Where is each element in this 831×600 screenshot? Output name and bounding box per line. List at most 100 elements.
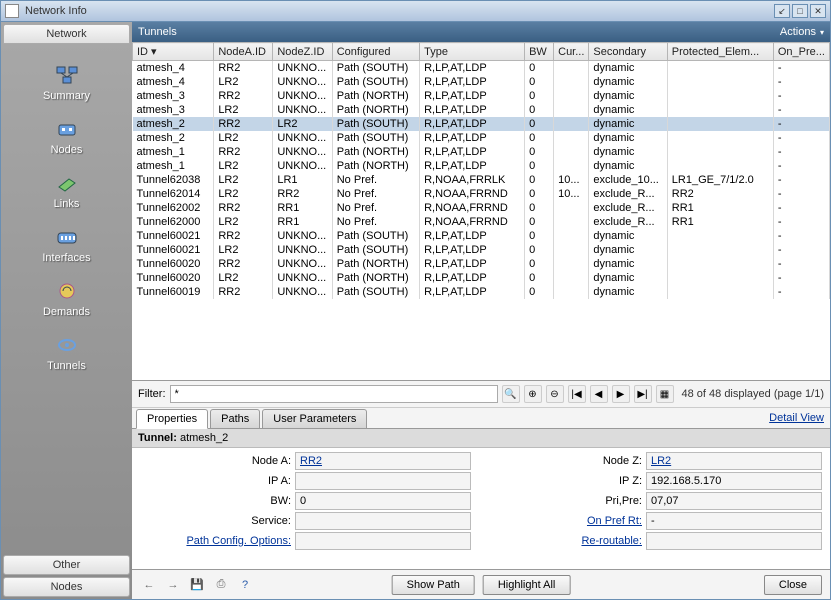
column-header[interactable]: Secondary	[589, 43, 667, 61]
table-row[interactable]: atmesh_1RR2UNKNO...Path (NORTH)R,LP,AT,L…	[133, 145, 830, 159]
nodes-icon	[55, 118, 79, 140]
detail-title: Tunnel: atmesh_2	[132, 429, 830, 448]
property-row: BW:0	[140, 492, 471, 510]
property-label: IP Z:	[491, 475, 646, 487]
interfaces-icon	[55, 226, 79, 248]
page-last-icon[interactable]: ▶|	[634, 385, 652, 403]
property-value	[295, 512, 471, 530]
search-icon[interactable]: 🔍	[502, 385, 520, 403]
print-icon[interactable]: ⎙	[212, 576, 230, 594]
property-value: 192.168.5.170	[646, 472, 822, 490]
column-header[interactable]: Cur...	[554, 43, 589, 61]
help-icon[interactable]: ?	[236, 576, 254, 594]
zoom-in-icon[interactable]: ⊕	[524, 385, 542, 403]
tab-paths[interactable]: Paths	[210, 409, 260, 428]
sidebar-item-interfaces[interactable]: Interfaces	[1, 218, 132, 272]
property-label[interactable]: On Pref Rt:	[491, 515, 646, 527]
tab-properties[interactable]: Properties	[136, 409, 208, 429]
sidebar-item-label: Interfaces	[42, 252, 90, 264]
table-row[interactable]: Tunnel62014LR2RR2No Pref.R,NOAA,FRRND010…	[133, 187, 830, 201]
property-value	[295, 532, 471, 550]
sidebar-item-label: Links	[54, 198, 80, 210]
column-header[interactable]: BW	[525, 43, 554, 61]
sidebar-tab-nodes[interactable]: Nodes	[3, 577, 130, 597]
sidebar-item-tunnels[interactable]: Tunnels	[1, 326, 132, 380]
property-label: Node A:	[140, 455, 295, 467]
property-value: 07,07	[646, 492, 822, 510]
maximize-icon[interactable]: □	[792, 4, 808, 18]
property-value: 0	[295, 492, 471, 510]
zoom-out-icon[interactable]: ⊖	[546, 385, 564, 403]
close-button[interactable]: Close	[764, 575, 822, 595]
table-row[interactable]: atmesh_4LR2UNKNO...Path (SOUTH)R,LP,AT,L…	[133, 75, 830, 89]
property-label: Service:	[140, 515, 295, 527]
column-header[interactable]: NodeZ.ID	[273, 43, 332, 61]
table-row[interactable]: Tunnel60019RR2UNKNO...Path (SOUTH)R,LP,A…	[133, 285, 830, 299]
column-header[interactable]: ID ▾	[133, 43, 214, 61]
table-row[interactable]: atmesh_3RR2UNKNO...Path (NORTH)R,LP,AT,L…	[133, 89, 830, 103]
property-row: Node Z:LR2	[491, 452, 822, 470]
sidebar-tab-other[interactable]: Other	[3, 555, 130, 575]
table-row[interactable]: atmesh_4RR2UNKNO...Path (SOUTH)R,LP,AT,L…	[133, 61, 830, 76]
table-row[interactable]: Tunnel62038LR2LR1No Pref.R,NOAA,FRRLK010…	[133, 173, 830, 187]
highlight-all-button[interactable]: Highlight All	[483, 575, 570, 595]
table-row[interactable]: Tunnel60020LR2UNKNO...Path (NORTH)R,LP,A…	[133, 271, 830, 285]
back-icon[interactable]: ←	[140, 576, 158, 594]
show-path-button[interactable]: Show Path	[392, 575, 475, 595]
page-next-icon[interactable]: ▶	[612, 385, 630, 403]
table-row[interactable]: Tunnel60020RR2UNKNO...Path (NORTH)R,LP,A…	[133, 257, 830, 271]
table-row[interactable]: atmesh_1LR2UNKNO...Path (NORTH)R,LP,AT,L…	[133, 159, 830, 173]
detail-tabs: Properties Paths User Parameters Detail …	[132, 408, 830, 429]
column-header[interactable]: Configured	[332, 43, 419, 61]
property-row: Node A:RR2	[140, 452, 471, 470]
property-row: Path Config. Options:	[140, 532, 471, 550]
filter-status: 48 of 48 displayed (page 1/1)	[682, 388, 825, 400]
table-row[interactable]: atmesh_2LR2UNKNO...Path (SOUTH)R,LP,AT,L…	[133, 131, 830, 145]
column-header[interactable]: Type	[420, 43, 525, 61]
table-row[interactable]: Tunnel62002RR2RR1No Pref.R,NOAA,FRRND0ex…	[133, 201, 830, 215]
sidebar-tab-network[interactable]: Network	[3, 24, 130, 44]
forward-icon[interactable]: →	[164, 576, 182, 594]
property-row: Re-routable:	[491, 532, 822, 550]
tunnels-table-wrap[interactable]: ID ▾NodeA.IDNodeZ.IDConfiguredTypeBWCur.…	[132, 42, 830, 381]
property-label: IP A:	[140, 475, 295, 487]
grid-icon[interactable]: ▦	[656, 385, 674, 403]
property-label[interactable]: Path Config. Options:	[140, 535, 295, 547]
footer: ← → 💾 ⎙ ? Show Path Highlight All Close	[132, 569, 830, 599]
sidebar-item-nodes[interactable]: Nodes	[1, 110, 132, 164]
app-icon	[5, 4, 19, 18]
tunnels-icon	[55, 334, 79, 356]
table-row[interactable]: atmesh_3LR2UNKNO...Path (NORTH)R,LP,AT,L…	[133, 103, 830, 117]
column-header[interactable]: NodeA.ID	[214, 43, 273, 61]
property-row: On Pref Rt:-	[491, 512, 822, 530]
column-header[interactable]: On_Pre...	[773, 43, 829, 61]
filter-input[interactable]	[170, 385, 498, 403]
sidebar-item-summary[interactable]: Summary	[1, 56, 132, 110]
sidebar-item-links[interactable]: Links	[1, 164, 132, 218]
column-header[interactable]: Protected_Elem...	[667, 43, 773, 61]
table-row[interactable]: atmesh_2RR2LR2Path (SOUTH)R,LP,AT,LDP0dy…	[133, 117, 830, 131]
sidebar-item-demands[interactable]: Demands	[1, 272, 132, 326]
sidebar-item-label: Tunnels	[47, 360, 86, 372]
actions-menu[interactable]: Actions	[780, 26, 824, 38]
detail-view-link[interactable]: Detail View	[769, 412, 824, 424]
summary-icon	[55, 64, 79, 86]
property-label: Pri,Pre:	[491, 495, 646, 507]
close-icon[interactable]: ✕	[810, 4, 826, 18]
demands-icon	[55, 280, 79, 302]
table-row[interactable]: Tunnel62000LR2RR1No Pref.R,NOAA,FRRND0ex…	[133, 215, 830, 229]
property-value	[646, 532, 822, 550]
property-label[interactable]: Re-routable:	[491, 535, 646, 547]
page-first-icon[interactable]: |◀	[568, 385, 586, 403]
property-value[interactable]: RR2	[295, 452, 471, 470]
section-header: Tunnels Actions	[132, 22, 830, 42]
property-value[interactable]: LR2	[646, 452, 822, 470]
property-label: Node Z:	[491, 455, 646, 467]
minimize-icon[interactable]: ↙	[774, 4, 790, 18]
table-row[interactable]: Tunnel60021LR2UNKNO...Path (SOUTH)R,LP,A…	[133, 243, 830, 257]
titlebar: Network Info ↙ □ ✕	[0, 0, 831, 22]
save-icon[interactable]: 💾	[188, 576, 206, 594]
table-row[interactable]: Tunnel60021RR2UNKNO...Path (SOUTH)R,LP,A…	[133, 229, 830, 243]
page-prev-icon[interactable]: ◀	[590, 385, 608, 403]
tab-user-parameters[interactable]: User Parameters	[262, 409, 367, 428]
